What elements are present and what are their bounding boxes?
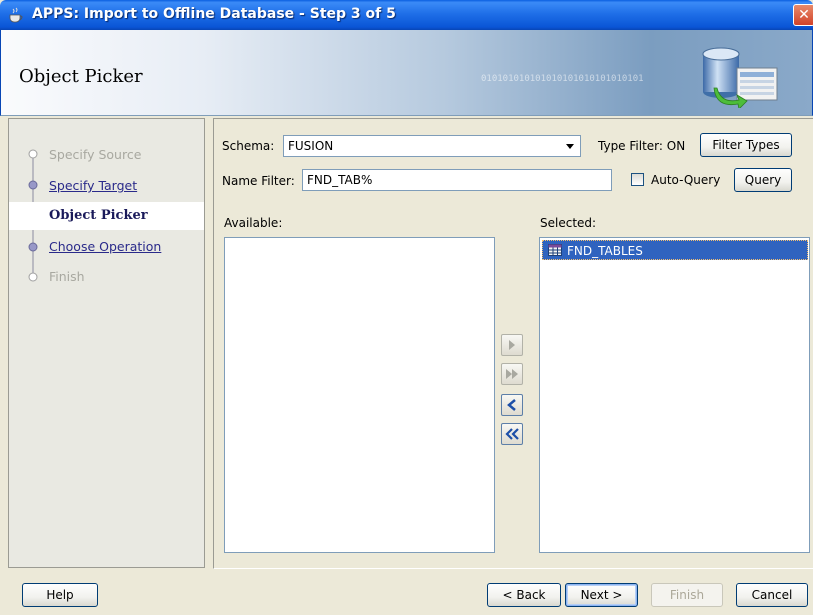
schema-value: FUSION	[288, 139, 334, 153]
window-title: APPS: Import to Offline Database - Step …	[32, 6, 396, 22]
back-button[interactable]: < Back	[487, 583, 561, 607]
move-all-left-button[interactable]	[501, 423, 523, 445]
page-title: Object Picker	[19, 66, 143, 87]
next-button[interactable]: Next >	[565, 583, 638, 607]
type-filter-status: Type Filter: ON	[598, 139, 686, 153]
chevron-right-icon	[509, 340, 515, 350]
cancel-button[interactable]: Cancel	[736, 583, 808, 607]
double-chevron-left-icon	[505, 428, 519, 440]
schema-select[interactable]: FUSION	[283, 135, 581, 157]
auto-query-label[interactable]: Auto-Query	[651, 173, 720, 187]
filter-types-button[interactable]: Filter Types	[700, 133, 792, 157]
selected-list[interactable]: FND_TABLES	[539, 237, 810, 553]
selected-label: Selected:	[540, 216, 597, 230]
current-step-label: Object Picker	[49, 208, 148, 223]
name-filter-input[interactable]: FND_TAB%	[302, 169, 612, 191]
finish-button: Finish	[651, 583, 723, 607]
object-picker-panel: Schema: FUSION Type Filter: ON Filter Ty…	[213, 118, 813, 569]
auto-query-checkbox[interactable]	[631, 173, 644, 186]
coffee-cup-icon	[9, 7, 23, 23]
list-item-label: FND_TABLES	[567, 244, 643, 258]
query-button[interactable]: Query	[734, 168, 792, 192]
step-specify-target[interactable]: Specify Target	[9, 172, 204, 200]
step-finish: Finish	[9, 263, 204, 291]
wizard-steps-sidebar: Specify Source Specify Target Object Pic…	[8, 118, 205, 568]
name-filter-label: Name Filter:	[222, 174, 295, 188]
title-bar[interactable]: APPS: Import to Offline Database - Step …	[0, 0, 813, 30]
help-button[interactable]: Help	[22, 583, 98, 607]
step-label: Finish	[49, 269, 85, 284]
wizard-footer: Help < Back Next > Finish Cancel	[0, 572, 813, 615]
move-right-button[interactable]	[501, 334, 523, 356]
table-icon	[548, 244, 562, 256]
database-import-graphic	[702, 47, 778, 108]
binary-decoration: 010101010101010101010101010101	[481, 74, 644, 84]
list-item[interactable]: FND_TABLES	[542, 240, 808, 260]
step-choose-operation[interactable]: Choose Operation	[9, 233, 204, 261]
step-label: Specify Source	[49, 147, 142, 162]
wizard-header: Object Picker 01010101010101010101010101…	[0, 30, 813, 116]
chevron-down-icon[interactable]	[562, 138, 578, 154]
double-chevron-right-icon	[506, 369, 518, 379]
close-window-button[interactable]: ✕	[793, 4, 813, 26]
step-object-picker: Object Picker	[9, 202, 204, 230]
step-specify-source: Specify Source	[9, 141, 204, 169]
chevron-left-icon	[507, 399, 516, 411]
step-link[interactable]: Specify Target	[49, 178, 137, 193]
move-left-button[interactable]	[501, 394, 523, 416]
step-link[interactable]: Choose Operation	[49, 239, 161, 254]
available-label: Available:	[224, 216, 283, 230]
available-list[interactable]	[224, 237, 495, 553]
schema-label: Schema:	[222, 139, 275, 153]
move-all-right-button[interactable]	[501, 363, 523, 385]
